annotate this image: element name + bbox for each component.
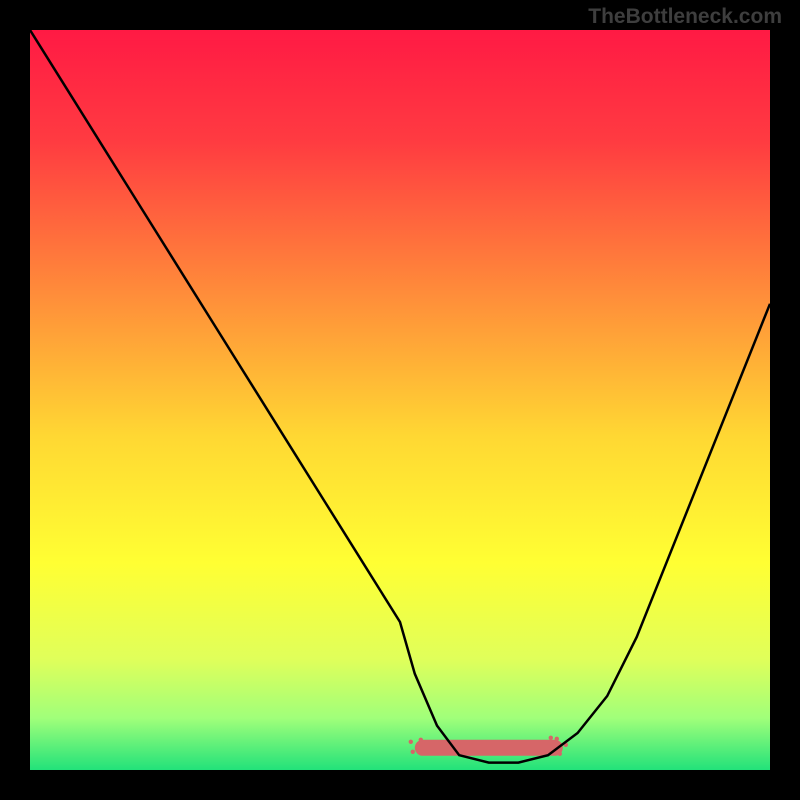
watermark-text: TheBottleneck.com	[588, 5, 782, 29]
chart-background	[30, 30, 770, 770]
plot-area	[30, 30, 770, 770]
chart-svg	[30, 30, 770, 770]
